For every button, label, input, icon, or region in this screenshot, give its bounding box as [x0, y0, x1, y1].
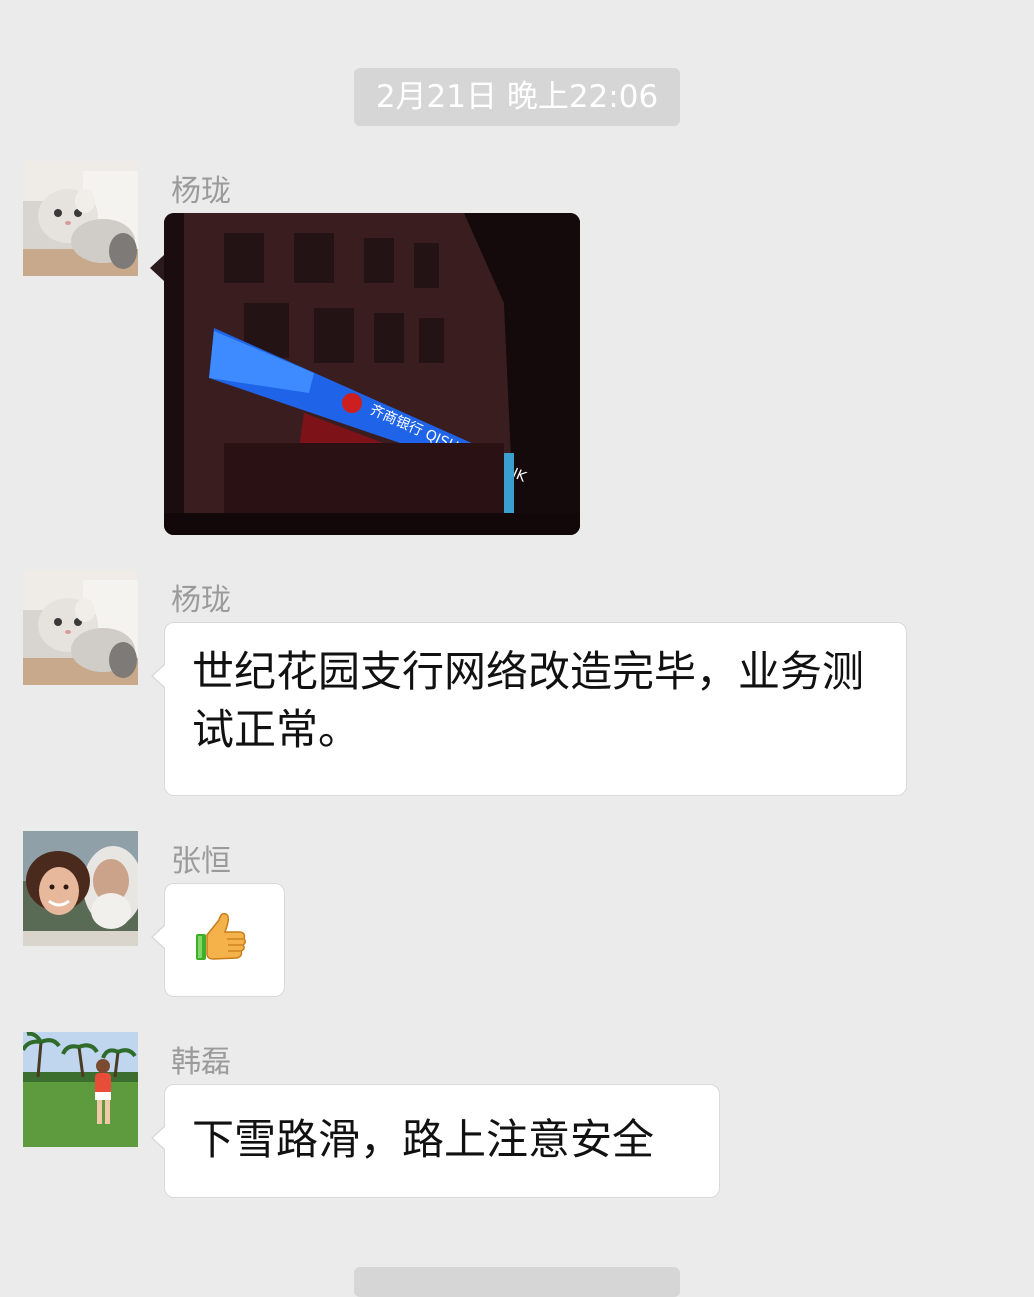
sender-name: 杨珑	[171, 174, 231, 209]
sender-name: 张恒	[171, 844, 231, 879]
message-text: 下雪路滑，路上注意安全	[192, 1115, 655, 1164]
avatar[interactable]	[23, 831, 138, 946]
message-bubble[interactable]: 世纪花园支行网络改造完毕，业务测试正常。	[151, 622, 907, 796]
message-text: 世纪花园支行网络改造完毕，业务测试正常。	[192, 647, 865, 754]
message-bubble[interactable]: 下雪路滑，路上注意安全	[151, 1084, 720, 1198]
child-beach-avatar-icon	[23, 1032, 138, 1147]
sender-name: 韩磊	[171, 1045, 231, 1080]
timestamp-badge-partial	[354, 1267, 680, 1297]
couple-avatar-icon	[23, 831, 138, 946]
avatar[interactable]	[23, 1032, 138, 1147]
kitten-avatar-icon	[23, 570, 138, 685]
message-bubble[interactable]	[151, 883, 285, 997]
kitten-avatar-icon	[23, 161, 138, 276]
avatar[interactable]	[23, 570, 138, 685]
bubble-tail	[150, 255, 164, 281]
timestamp-badge: 2月21日 晚上22:06	[354, 68, 680, 126]
sender-name: 杨珑	[171, 583, 231, 618]
thumbs-up-icon	[196, 912, 247, 960]
image-message[interactable]: 齐商银行 QISHANG BANK	[164, 213, 580, 535]
avatar[interactable]	[23, 161, 138, 276]
bank-building-photo-icon: 齐商银行 QISHANG BANK	[164, 213, 580, 535]
